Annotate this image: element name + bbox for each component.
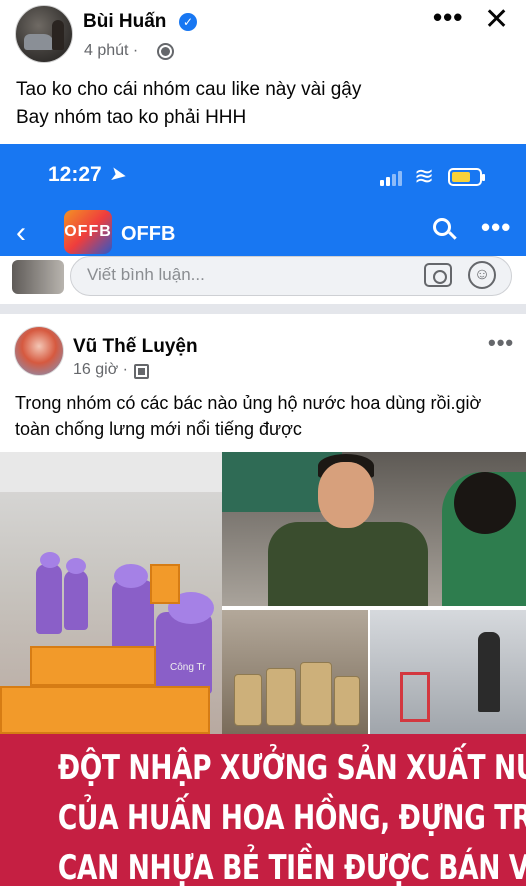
inner-post-caption: Trong nhóm có các bác nào ủng hộ nước ho… <box>15 390 515 442</box>
location-arrow-icon: ➤ <box>108 162 129 188</box>
wifi-icon: ≋ <box>414 163 435 190</box>
more-icon: ••• <box>488 330 515 355</box>
photo-plastic-cans <box>222 610 368 734</box>
battery-icon <box>448 168 485 186</box>
camera-icon <box>424 263 452 287</box>
commenter-avatar <box>12 260 64 294</box>
app-top-bar: 12:27 ➤ ≋ ‹ OFFB OFFB ••• <box>0 144 526 266</box>
post-header: Bùi Huấn ✓ 4 phút · ••• ✕ <box>0 0 526 70</box>
author-name[interactable]: Bùi Huấn <box>83 11 166 33</box>
back-icon: ‹ <box>16 216 26 249</box>
photo-factory-workers: Công Tr <box>0 452 222 734</box>
status-time: 12:27 <box>48 163 102 186</box>
photo-warehouse <box>370 610 526 734</box>
headline-line: ĐỘT NHẬP XƯỞNG SẢN XUẤT NƯỚC HOA <box>57 748 526 788</box>
news-image: Công Tr ĐỘT NHẬP XƯỞNG SẢN XUẤT NƯỚC HOA… <box>0 452 526 886</box>
photo-suspect <box>222 452 526 606</box>
author-avatar[interactable] <box>15 5 73 63</box>
comment-input: Viết bình luận... ☺ <box>70 256 512 296</box>
embedded-screenshot[interactable]: 12:27 ➤ ≋ ‹ OFFB OFFB ••• Viết bình luận… <box>0 144 526 886</box>
avatar-car <box>24 34 54 50</box>
headline-line: CAN NHỰA BẺ TIỀN ĐƯỢC BÁN VỚI <box>57 848 526 886</box>
caption-line: toàn chống lưng mới nổi tiếng được <box>15 419 302 439</box>
globe-icon <box>157 43 174 60</box>
caption-line: Bay nhóm tao ko phải HHH <box>16 107 247 128</box>
close-icon[interactable]: ✕ <box>484 2 509 37</box>
news-headline: ĐỘT NHẬP XƯỞNG SẢN XUẤT NƯỚC HOA CỦA HUẤ… <box>0 734 526 886</box>
more-icon[interactable]: ••• <box>433 2 463 33</box>
search-icon <box>433 218 457 242</box>
group-name: OFFB <box>121 223 176 245</box>
audience-icon <box>134 364 149 379</box>
feed-divider <box>0 304 526 314</box>
verified-badge-icon: ✓ <box>179 13 197 31</box>
comment-placeholder: Viết bình luận... <box>87 265 205 284</box>
headline-line: CỦA HUẤN HOA HỒNG, ĐỰNG TRONG <box>57 798 526 838</box>
post-time[interactable]: 4 phút · <box>84 42 138 60</box>
emoji-icon: ☺ <box>468 261 496 289</box>
comment-row: Viết bình luận... ☺ <box>0 256 526 302</box>
post-caption: Tao ko cho cái nhóm cau like này vài gậy… <box>16 76 516 132</box>
inner-post-time: 16 giờ · <box>73 361 128 378</box>
more-icon: ••• <box>481 212 512 242</box>
inner-author-name: Vũ Thế Luyện <box>73 336 198 357</box>
caption-line: Trong nhóm có các bác nào ủng hộ nước ho… <box>15 393 482 413</box>
avatar-person <box>52 20 64 50</box>
signal-icon <box>380 170 404 186</box>
caption-line: Tao ko cho cái nhóm cau like này vài gậy <box>16 79 362 100</box>
group-logo: OFFB <box>64 210 112 254</box>
image-watermark: Công Tr <box>170 662 206 673</box>
inner-author-avatar <box>14 326 64 376</box>
